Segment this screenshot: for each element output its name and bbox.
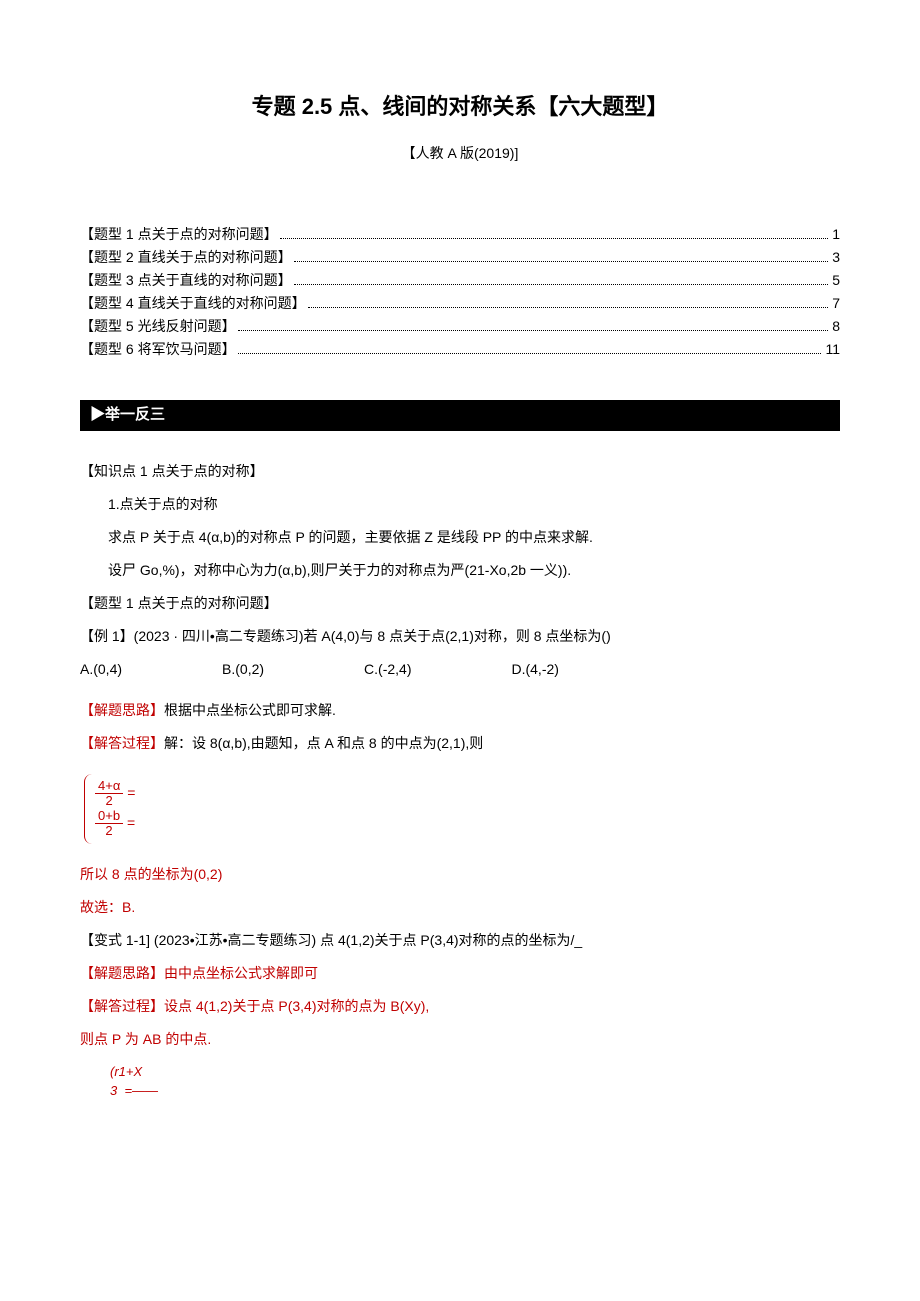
section-bar: ▶举一反三 [80,400,840,431]
toc-label: 【题型 1 点关于点的对称问题】 [80,224,278,245]
option-b: B.(0,2) [222,659,264,680]
solution-process-label: 【解答过程】 [80,735,164,751]
variant-process: 【解答过程】设点 4(1,2)关于点 P(3,4)对称的点为 B(Xy), [80,996,840,1017]
page-subtitle: 【人教 A 版(2019)] [80,143,840,164]
equation-line: 4+α 2 = [95,779,135,809]
question-type-heading: 【题型 1 点关于点的对称问题】 [80,593,840,614]
numerator: 0+b [95,809,123,824]
toc-row: 【题型 6 将军饮马问题】 11 [80,339,840,360]
variant-midline: 则点 P 为 AB 的中点. [80,1029,840,1050]
variant-formula: (r1+X 3 =—— [110,1062,840,1101]
solution-thought-label: 【解题思路】 [80,965,164,981]
formula-line: (r1+X [110,1062,840,1082]
equation-brace: 4+α 2 = 0+b 2 = [84,774,135,844]
solution-process: 【解答过程】解：设 8(α,b),由题知，点 A 和点 8 的中点为(2,1),… [80,733,840,754]
variant-stem: 【变式 1-1] (2023•江苏•高二专题练习) 点 4(1,2)关于点 P(… [80,930,840,951]
solution-result: 所以 8 点的坐标为(0,2) [80,864,840,885]
toc-label: 【题型 5 光线反射问题】 [80,316,236,337]
option-a: A.(0,4) [80,659,122,680]
toc-label: 【题型 6 将军饮马问题】 [80,339,236,360]
toc-dots [308,300,829,308]
kp-line: 设尸 Go,%)，对称中心为力(α,b),则尸关于力的对称点为严(21-Xo,2… [108,560,840,581]
formula-line: 3 =—— [110,1081,840,1101]
solution-process-text: 解：设 8(α,b),由题知，点 A 和点 8 的中点为(2,1),则 [164,735,483,751]
formula-part: =—— [124,1083,158,1098]
solution-process-label: 【解答过程】 [80,998,164,1014]
toc-dots [238,323,829,331]
toc-page: 5 [832,270,840,291]
knowledge-point-heading: 【知识点 1 点关于点的对称】 [80,461,840,482]
kp-line: 1.点关于点的对称 [108,494,840,515]
example-stem: 【例 1】(2023 · 四川•高二专题练习)若 A(4,0)与 8 点关于点(… [80,626,840,647]
variant-thought: 【解题思路】由中点坐标公式求解即可 [80,963,840,984]
solution-thought: 【解题思路】根据中点坐标公式即可求解. [80,700,840,721]
toc-label: 【题型 4 直线关于直线的对称问题】 [80,293,306,314]
toc-dots [238,346,822,354]
formula-part: 3 [110,1083,117,1098]
kp-line: 求点 P 关于点 4(α,b)的对称点 P 的问题，主要依据 Z 是线段 PP … [108,527,840,548]
equation-line: 0+b 2 = [95,809,135,839]
equals-sign: = [127,784,135,800]
fraction: 0+b 2 [95,809,123,839]
toc-dots [294,277,829,285]
toc-page: 1 [832,224,840,245]
toc-row: 【题型 1 点关于点的对称问题】 1 [80,224,840,245]
variant-process-text: 设点 4(1,2)关于点 P(3,4)对称的点为 B(Xy), [164,998,429,1014]
toc-page: 8 [832,316,840,337]
toc-page: 3 [832,247,840,268]
toc-label: 【题型 3 点关于直线的对称问题】 [80,270,292,291]
numerator: 4+α [95,779,123,794]
solution-choice: 故选：B. [80,897,840,918]
solution-thought-label: 【解题思路】 [80,702,164,718]
toc-row: 【题型 5 光线反射问题】 8 [80,316,840,337]
options-row: A.(0,4) B.(0,2) C.(-2,4) D.(4,-2) [80,659,840,680]
toc-page: 7 [832,293,840,314]
option-d: D.(4,-2) [511,659,558,680]
toc-dots [280,231,829,239]
toc-dots [294,254,829,262]
toc-row: 【题型 4 直线关于直线的对称问题】 7 [80,293,840,314]
variant-thought-text: 由中点坐标公式求解即可 [164,965,318,981]
toc-row: 【题型 2 直线关于点的对称问题】 3 [80,247,840,268]
page-title: 专题 2.5 点、线间的对称关系【六大题型】 [80,90,840,123]
toc-page: 11 [825,339,840,360]
table-of-contents: 【题型 1 点关于点的对称问题】 1 【题型 2 直线关于点的对称问题】 3 【… [80,224,840,360]
fraction: 4+α 2 [95,779,123,809]
denominator: 2 [95,824,123,838]
equals-sign: = [127,815,135,831]
denominator: 2 [95,794,123,808]
toc-row: 【题型 3 点关于直线的对称问题】 5 [80,270,840,291]
option-c: C.(-2,4) [364,659,411,680]
solution-thought-text: 根据中点坐标公式即可求解. [164,702,336,718]
toc-label: 【题型 2 直线关于点的对称问题】 [80,247,292,268]
